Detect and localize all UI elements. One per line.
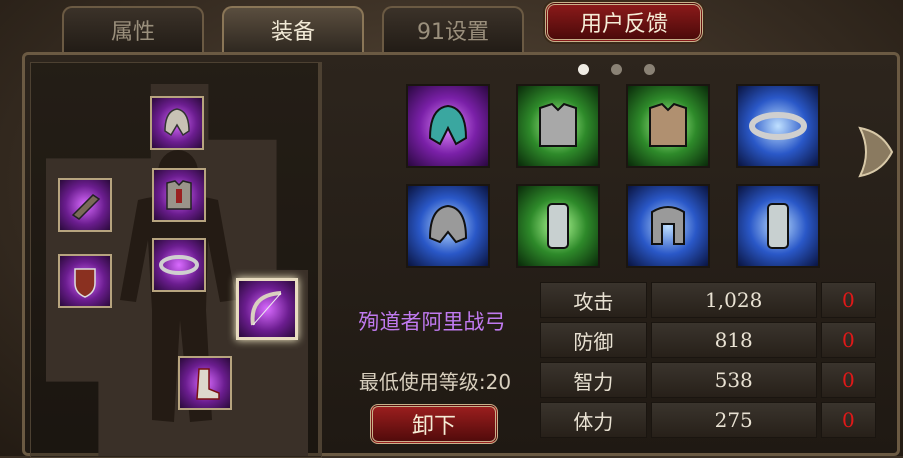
stat-row-defense: 防御 818 0 — [540, 322, 877, 358]
inventory-item-8[interactable] — [736, 184, 820, 268]
equipped-slot-waist[interactable] — [152, 238, 206, 292]
tab-attributes[interactable]: 属性 — [62, 6, 204, 52]
inventory-item-6[interactable] — [516, 184, 600, 268]
level-requirement: 最低使用等级:20 — [358, 370, 512, 394]
stat-label: 攻击 — [540, 282, 647, 318]
stat-bonus: 0 — [820, 362, 877, 398]
equipped-slot-wrist[interactable] — [58, 178, 112, 232]
page-dot-1[interactable] — [578, 64, 589, 75]
user-feedback-button[interactable]: 用户反馈 — [545, 2, 703, 42]
stat-row-stamina: 体力 275 0 — [540, 402, 877, 438]
bow-icon — [250, 291, 282, 326]
tab-equipment[interactable]: 装备 — [222, 6, 364, 52]
inventory-item-3[interactable] — [626, 84, 710, 168]
bracer-icon — [71, 194, 101, 220]
stat-bonus: 0 — [820, 282, 877, 318]
equipped-slot-weapon[interactable] — [236, 278, 298, 340]
equipped-slot-offhand[interactable] — [58, 254, 112, 308]
stat-label: 体力 — [540, 402, 647, 438]
game-equipment-screen: 属性 装备 91设置 用户反馈 殉道者阿里战弓 最低使用等级:20 卸下 攻击 … — [0, 0, 903, 458]
armor-icon — [539, 102, 577, 147]
page-dot-3[interactable] — [644, 64, 655, 75]
inventory-item-1[interactable] — [406, 84, 490, 168]
helmet-icon — [651, 206, 685, 245]
stat-value: 818 — [650, 322, 817, 358]
stat-label: 智力 — [540, 362, 647, 398]
belt-icon — [749, 112, 807, 140]
panel-divider — [318, 62, 321, 456]
belt-icon — [159, 255, 199, 275]
inventory-item-4[interactable] — [736, 84, 820, 168]
inventory-item-5[interactable] — [406, 184, 490, 268]
boots-icon — [196, 368, 220, 400]
armor-icon — [166, 180, 192, 210]
page-dot-2[interactable] — [611, 64, 622, 75]
stat-bonus: 0 — [820, 402, 877, 438]
page-indicator — [578, 64, 655, 75]
armor-icon — [649, 102, 687, 147]
bracer-icon — [547, 203, 569, 249]
inventory-item-7[interactable] — [626, 184, 710, 268]
bracer-icon — [767, 203, 789, 249]
inventory-item-2[interactable] — [516, 84, 600, 168]
next-page-arrow-icon[interactable] — [852, 122, 900, 182]
stat-value: 275 — [650, 402, 817, 438]
equipped-slot-head[interactable] — [150, 96, 204, 150]
stat-row-attack: 攻击 1,028 0 — [540, 282, 877, 318]
shield-icon — [74, 268, 96, 298]
stat-value: 538 — [650, 362, 817, 398]
helmet-icon — [164, 108, 190, 137]
unequip-button[interactable]: 卸下 — [370, 404, 498, 444]
stat-row-intelligence: 智力 538 0 — [540, 362, 877, 398]
stat-bonus: 0 — [820, 322, 877, 358]
tab-91-settings[interactable]: 91设置 — [382, 6, 524, 52]
selected-item-name: 殉道者阿里战弓 — [358, 310, 506, 334]
stat-value: 1,028 — [650, 282, 817, 318]
stat-label: 防御 — [540, 322, 647, 358]
helmet-icon — [428, 204, 468, 244]
helmet-icon — [428, 104, 468, 146]
equipped-slot-chest[interactable] — [152, 168, 206, 222]
equipped-slot-feet[interactable] — [178, 356, 232, 410]
